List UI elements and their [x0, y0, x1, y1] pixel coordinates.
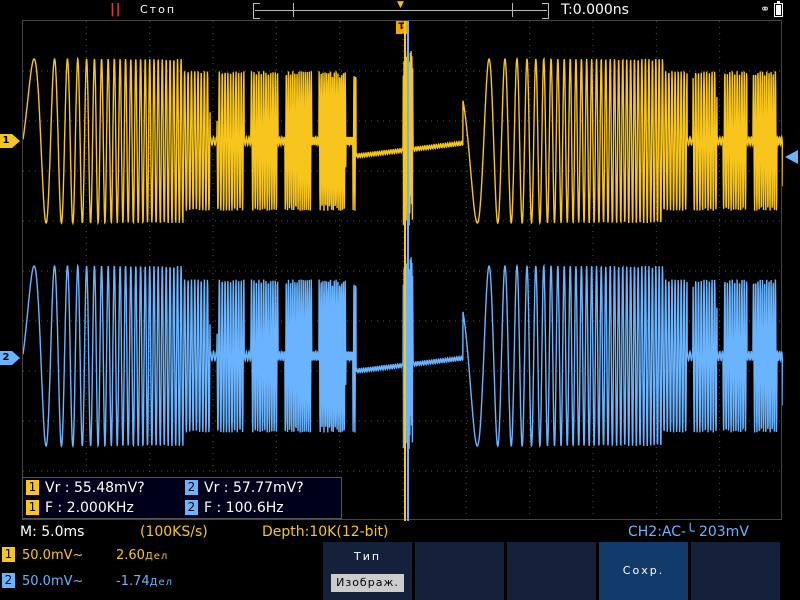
measurement-panel: 1 Vr : 55.48mV? 2 Vr : 57.77mV? 1F : 2.000… — [22, 477, 342, 519]
trigger-info: CH2:AC-╰ 203mV — [628, 524, 749, 540]
usb-icon: ⚭ — [760, 2, 771, 16]
softkey-5[interactable] — [690, 542, 780, 600]
softkey-type-value: Изображ. — [331, 574, 404, 592]
softkey-bar: 1 50.0mV~ 2.60Дел 2 50.0mV~ -1.74Дел Тип… — [0, 542, 800, 600]
run-state-label: Стоп — [140, 3, 177, 16]
measurement-ch1-freq: 1F : 2.000KHz — [26, 498, 134, 518]
ch1-waveform — [23, 50, 783, 232]
waveform-display[interactable] — [22, 20, 783, 521]
acquisition-status-line: M: 5.0ms (100KS/s) Depth:10K(12-bit) CH2… — [0, 522, 800, 542]
ch1-offset-marker[interactable]: 1 — [0, 134, 20, 148]
softkey-3[interactable] — [506, 542, 596, 600]
ch1-volts-div: 50.0mV~ — [22, 548, 84, 563]
memory-depth: Depth:10K(12-bit) — [262, 524, 389, 540]
pause-icon: || — [110, 2, 122, 17]
ch2-offset-marker[interactable]: 2 — [0, 351, 20, 365]
ch2-waveform — [23, 257, 783, 455]
ch2-info-row[interactable]: 2 50.0mV~ -1.74Дел — [2, 572, 172, 592]
time-offset: T:0.000ns — [561, 2, 629, 18]
sample-rate: (100KS/s) — [140, 524, 208, 540]
softkey-save[interactable]: Сохр. — [598, 542, 688, 600]
waveform-svg — [23, 21, 783, 521]
softkey-2[interactable] — [414, 542, 504, 600]
measurement-ch2-vr: 2 Vr : 57.77mV? — [185, 478, 304, 498]
measurement-ch1-vr: 1 Vr : 55.48mV? — [26, 478, 145, 498]
trigger-position-marker-icon: ▼ — [397, 0, 404, 10]
softkey-type[interactable]: Тип Изображ. — [322, 542, 412, 600]
ch2-position: -1.74Дел — [116, 574, 173, 589]
battery-icon — [774, 1, 783, 17]
timebase: M: 5.0ms — [20, 524, 85, 540]
ch1-position: 2.60Дел — [116, 548, 169, 563]
measurement-ch2-freq: 2F : 100.6Hz — [185, 498, 284, 518]
top-status-bar: || Стоп ▼ T:0.000ns ⚭ — [0, 0, 800, 20]
ch1-info-row[interactable]: 1 50.0mV~ 2.60Дел — [2, 546, 167, 566]
horizontal-position-bar[interactable]: ▼ — [253, 0, 549, 19]
trigger-level-marker[interactable] — [785, 150, 798, 164]
channel-info: 1 50.0mV~ 2.60Дел 2 50.0mV~ -1.74Дел — [0, 542, 320, 600]
ch2-volts-div: 50.0mV~ — [22, 574, 84, 589]
